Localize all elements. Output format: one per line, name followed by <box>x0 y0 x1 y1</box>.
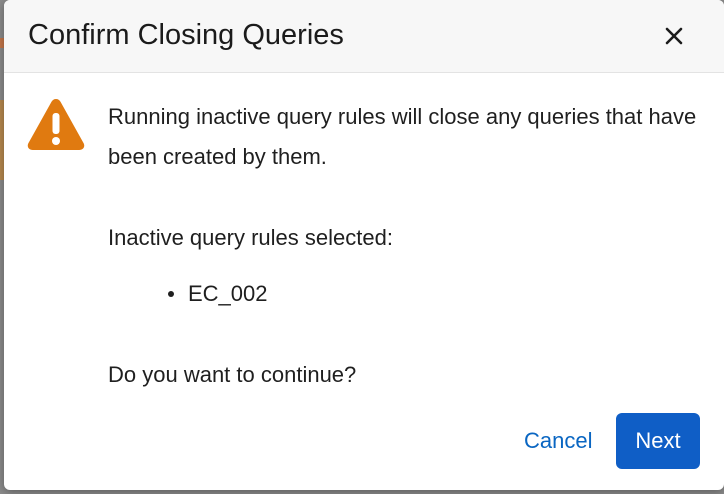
dialog-header: Confirm Closing Queries <box>4 0 724 73</box>
selected-rules-list: EC_002 <box>164 274 268 314</box>
bullet <box>168 291 174 297</box>
cancel-button[interactable]: Cancel <box>516 416 600 466</box>
dialog-title: Confirm Closing Queries <box>28 19 344 51</box>
continue-prompt: Do you want to continue? <box>108 362 357 387</box>
list-item: EC_002 <box>164 274 268 314</box>
next-button[interactable]: Next <box>616 413 700 469</box>
close-button[interactable] <box>658 20 690 52</box>
selected-rules-label: Inactive query rules selected: <box>108 225 393 250</box>
warning-triangle-icon <box>27 99 85 150</box>
close-icon <box>665 27 683 45</box>
rule-name: EC_002 <box>188 281 268 306</box>
dialog-message: Running inactive query rules will close … <box>108 104 697 169</box>
confirm-dialog: Confirm Closing Queries Running inactive… <box>4 0 724 490</box>
